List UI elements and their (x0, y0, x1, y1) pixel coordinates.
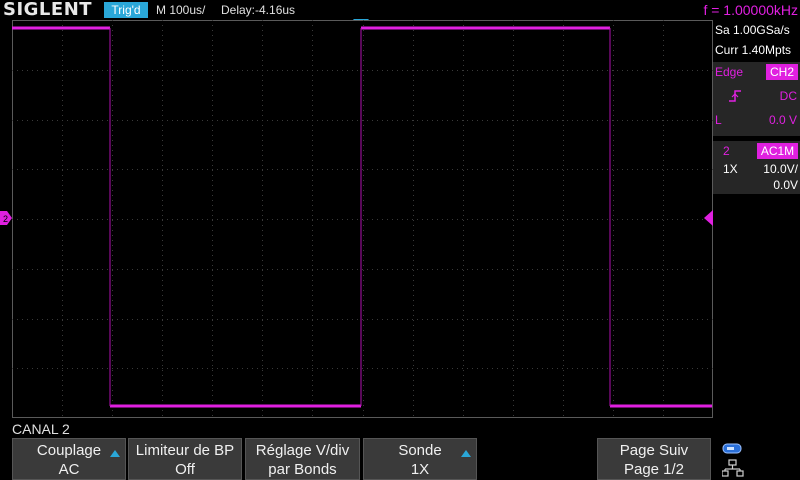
trigger-source-badge: CH2 (766, 64, 798, 80)
graticule (12, 20, 713, 418)
trigger-info-box[interactable]: Edge CH2 DC L 0.0 V (713, 62, 800, 136)
usb-icon (722, 443, 742, 454)
cycle-arrow-icon (461, 450, 471, 457)
channel-coupling-badge: AC1M (757, 143, 798, 159)
channel-number: 2 (723, 144, 730, 158)
softkey-bandwidth-limit[interactable]: Limiteur de BP Off (128, 438, 242, 480)
softkey-probe[interactable]: Sonde 1X (363, 438, 477, 480)
softkey-value: Page 1/2 (623, 461, 685, 478)
softkey-value: 1X (410, 461, 430, 478)
memory-depth: Curr 1.40Mpts (715, 43, 792, 57)
channel-2-ground-marker[interactable]: 2 (0, 211, 12, 225)
softkey-label: Limiteur de BP (135, 442, 235, 459)
status-icons (716, 438, 800, 480)
trigger-coupling: DC (779, 89, 797, 103)
trigger-status-badge: Trig'd (104, 2, 148, 18)
trigger-level-marker[interactable] (704, 210, 713, 226)
softkey-label: Sonde (398, 442, 442, 459)
cycle-arrow-icon (110, 450, 120, 457)
info-panel: Sa 1.00GSa/s Curr 1.40Mpts Edge CH2 DC L… (713, 20, 800, 418)
timebase-readout: M 100us/ (156, 3, 206, 17)
network-icon (722, 459, 744, 477)
softkey-value: Off (175, 461, 195, 478)
softkey-next-page[interactable]: Page Suiv Page 1/2 (597, 438, 711, 480)
softkey-vdiv-adjust[interactable]: Réglage V/div par Bonds (245, 438, 360, 480)
top-status-bar: SIGLENT Trig'd M 100us/ Delay:-4.16us f … (0, 0, 800, 20)
softkey-value: AC (58, 461, 80, 478)
frequency-readout: f = 1.00000kHz (703, 2, 798, 18)
menu-title: CANAL 2 (12, 421, 70, 437)
brand-logo: SIGLENT (3, 0, 93, 20)
waveform-display[interactable] (12, 20, 713, 418)
softkey-label: Réglage V/div (255, 442, 350, 459)
softkey-value: par Bonds (268, 461, 337, 478)
softkey-coupling[interactable]: Couplage AC (12, 438, 126, 480)
sample-rate: Sa 1.00GSa/s (715, 23, 790, 37)
softkey-label: Page Suiv (619, 442, 689, 459)
trigger-level-value: 0.0 V (768, 113, 797, 127)
svg-text:2: 2 (3, 214, 8, 224)
softkey-label: Couplage (36, 442, 102, 459)
channel-info-box[interactable]: 2 AC1M 1X 10.0V/ 0.0V (713, 141, 800, 194)
channel-offset: 0.0V (773, 178, 798, 192)
delay-readout: Delay:-4.16us (221, 3, 296, 17)
